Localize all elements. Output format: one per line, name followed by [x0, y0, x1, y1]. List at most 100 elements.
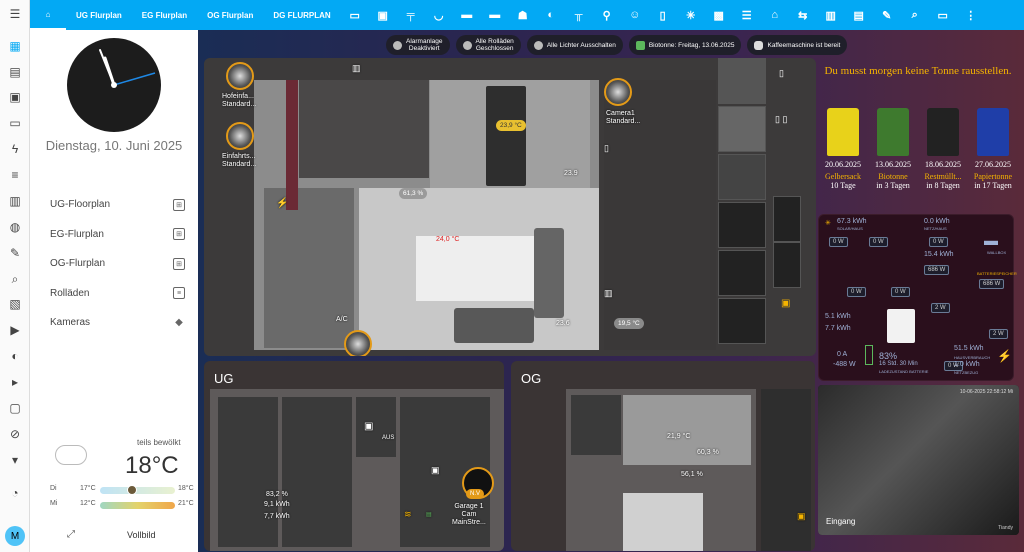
chip-alarm[interactable]: Alarmanlage Deaktiviert — [386, 35, 450, 55]
camera-preview[interactable] — [718, 298, 766, 344]
bin-biotonne[interactable]: 13.06.2025 Biotonne in 3 Tagen — [868, 108, 918, 190]
tab-ug-flurplan[interactable]: UG Flurplan — [66, 0, 132, 30]
tab-eg-flurplan[interactable]: EG Flurplan — [132, 0, 197, 30]
og-temp[interactable]: 21,9 °C — [667, 433, 690, 440]
chat-icon[interactable]: ▭ — [929, 0, 957, 30]
pattern-icon[interactable]: ▩ — [705, 0, 733, 30]
overview-icon[interactable]: ▤ — [7, 64, 23, 80]
playstation-icon[interactable]: ◐ — [7, 348, 23, 364]
satellite-icon[interactable]: ⚲ — [593, 0, 621, 30]
tablet-preview[interactable] — [773, 196, 801, 242]
trash-icon[interactable]: ▥ — [817, 0, 845, 30]
shutter-icon[interactable]: ▥ — [352, 63, 361, 74]
couch-icon[interactable]: ▬ — [453, 0, 481, 30]
og-humidity-2[interactable]: 56,1 % — [681, 471, 703, 478]
humidity-reading[interactable]: 61,3 % — [399, 188, 428, 199]
sofa-icon[interactable]: ▭ — [341, 0, 369, 30]
weather-card[interactable]: teils bewölkt 18°C Di 17°C 18°C Mi 12°C … — [45, 435, 195, 515]
device-icon[interactable]: ▣ — [797, 511, 806, 522]
list-icon[interactable]: ≡ — [7, 167, 23, 183]
chip-shutters[interactable]: Alle Rolläden Geschlossen — [455, 35, 521, 55]
camera-preview[interactable] — [718, 154, 766, 200]
expand-icon[interactable]: ⤢ — [67, 529, 75, 540]
device-icon[interactable]: ▣ — [773, 288, 801, 334]
chip-biotonne[interactable]: Biotonne: Freitag, 13.06.2025 — [628, 35, 742, 55]
more-icon[interactable]: ▾ — [7, 452, 23, 468]
gamepad-icon[interactable]: ◐ — [537, 0, 565, 30]
wrench-icon[interactable]: ✎ — [7, 245, 23, 261]
phone-icon[interactable]: ▯ — [773, 58, 801, 104]
media-icon[interactable]: ▶ — [7, 322, 23, 338]
search-icon[interactable]: ⌕ — [901, 0, 929, 30]
bin-gelbersack[interactable]: 20.06.2025 Gelbersack 10 Tage — [818, 108, 868, 190]
robot-icon[interactable]: ☗ — [509, 0, 537, 30]
ug-kwh2[interactable]: 7,7 kWh — [264, 513, 290, 520]
home-icon[interactable]: ⌂ — [30, 0, 66, 30]
phone-icon[interactable]: ▯ ▯ — [773, 104, 801, 150]
menu-icon[interactable]: ☰ — [7, 6, 23, 22]
camera-thumb-einfahrt[interactable] — [226, 122, 254, 150]
layout-icon[interactable]: ▧ — [7, 296, 23, 312]
tablet-preview[interactable] — [773, 242, 801, 288]
entrance-camera-feed[interactable]: 10-06-2025 22:58:12 Mi Eingang Tiandy — [818, 385, 1019, 535]
ac-label[interactable]: A/C — [336, 316, 348, 323]
server-icon[interactable]: ☰ — [733, 0, 761, 30]
ug-humidity[interactable]: 83,2 % — [266, 491, 288, 498]
camera-preview[interactable] — [718, 250, 766, 296]
globe-icon[interactable]: ◍ — [7, 219, 23, 235]
nav-og-flurplan[interactable]: OG-Flurplan ⊞ — [50, 249, 185, 279]
nav-ug-floorplan[interactable]: UG-Floorplan ⊞ — [50, 190, 185, 220]
camera-preview[interactable] — [718, 106, 766, 152]
bin-restmuell[interactable]: 18.06.2025 Restmüllt... in 8 Tagen — [918, 108, 968, 190]
camera-thumb-camera1[interactable] — [604, 78, 632, 106]
terminal-icon[interactable]: ▸ — [7, 374, 23, 390]
door-icon[interactable]: ▯ — [604, 143, 609, 154]
bin-papiertonne[interactable]: 27.06.2025 Papiertonne in 17 Tagen — [968, 108, 1018, 190]
search-file-icon[interactable]: ⌕ — [7, 271, 23, 287]
living-temp[interactable]: 24,0 °C — [436, 236, 459, 243]
bell-icon[interactable]: ◔ — [7, 485, 23, 501]
chip-lights-off[interactable]: Alle Lichter Ausschalten — [526, 35, 623, 55]
table-icon[interactable]: ╤ — [397, 0, 425, 30]
clipboard-icon[interactable]: ▢ — [7, 400, 23, 416]
kebab-menu-icon[interactable]: ⋮ — [957, 0, 985, 30]
phone-icon[interactable]: ▯ — [649, 0, 677, 30]
bed-icon[interactable]: ▬ — [481, 0, 509, 30]
ug-aus-label[interactable]: AUS — [382, 435, 394, 441]
dashboard-icon[interactable]: ▦ — [7, 38, 23, 54]
washer-icon[interactable]: ▣ — [364, 421, 373, 432]
dining-temp[interactable]: 23,9 °C — [496, 120, 526, 131]
person-card-icon[interactable]: ▣ — [7, 89, 23, 105]
user-icon[interactable]: ☺ — [621, 0, 649, 30]
tools-icon[interactable]: ✎ — [873, 0, 901, 30]
camera-preview[interactable] — [718, 58, 766, 104]
nav-rolladen[interactable]: Rolläden ≡ — [50, 279, 185, 309]
nav-kameras[interactable]: Kameras ◆ — [50, 308, 185, 338]
energy-icon[interactable]: ϟ — [7, 141, 23, 157]
bath-icon[interactable]: ◡ — [425, 0, 453, 30]
outdoor-temp[interactable]: 19,5 °C — [614, 318, 644, 329]
camera-thumb-ac[interactable] — [344, 330, 372, 356]
safe-icon[interactable]: ▣ — [431, 465, 440, 476]
tab-dg-flurplan[interactable]: DG FLURPLAN — [263, 0, 340, 30]
og-humidity-1[interactable]: 60,3 % — [697, 449, 719, 456]
solar-icon[interactable]: ✳ — [677, 0, 705, 30]
energy-flow-card[interactable]: ✳ 67.3 kWh SOLAR/HAUS 0.0 kWh NETZ/HAUS … — [818, 214, 1017, 381]
switch-icon[interactable]: ⇆ — [789, 0, 817, 30]
house-icon[interactable]: ⌂ — [761, 0, 789, 30]
monitor-icon[interactable]: ▭ — [7, 115, 23, 131]
tab-og-flurplan[interactable]: OG Flurplan — [197, 0, 263, 30]
avatar[interactable]: M — [5, 526, 25, 546]
fullscreen-button[interactable]: Vollbild — [127, 530, 156, 540]
chip-coffee[interactable]: Kaffeemaschine ist bereit — [747, 35, 848, 55]
desk-icon[interactable]: ╥ — [565, 0, 593, 30]
nav-eg-flurplan[interactable]: EG-Flurplan ⊞ — [50, 220, 185, 250]
camera-thumb-hofeinfahrt[interactable] — [226, 62, 254, 90]
shutter-icon[interactable]: ▥ — [604, 288, 613, 299]
laundry-icon[interactable]: ▣ — [369, 0, 397, 30]
garage-icon[interactable]: ▤ — [845, 0, 873, 30]
wifi-icon[interactable]: ≋ — [404, 509, 412, 520]
ug-kwh1[interactable]: 9,1 kWh — [264, 501, 290, 508]
compass-icon[interactable]: ⊘ — [7, 426, 23, 442]
history-icon[interactable]: ▥ — [7, 193, 23, 209]
